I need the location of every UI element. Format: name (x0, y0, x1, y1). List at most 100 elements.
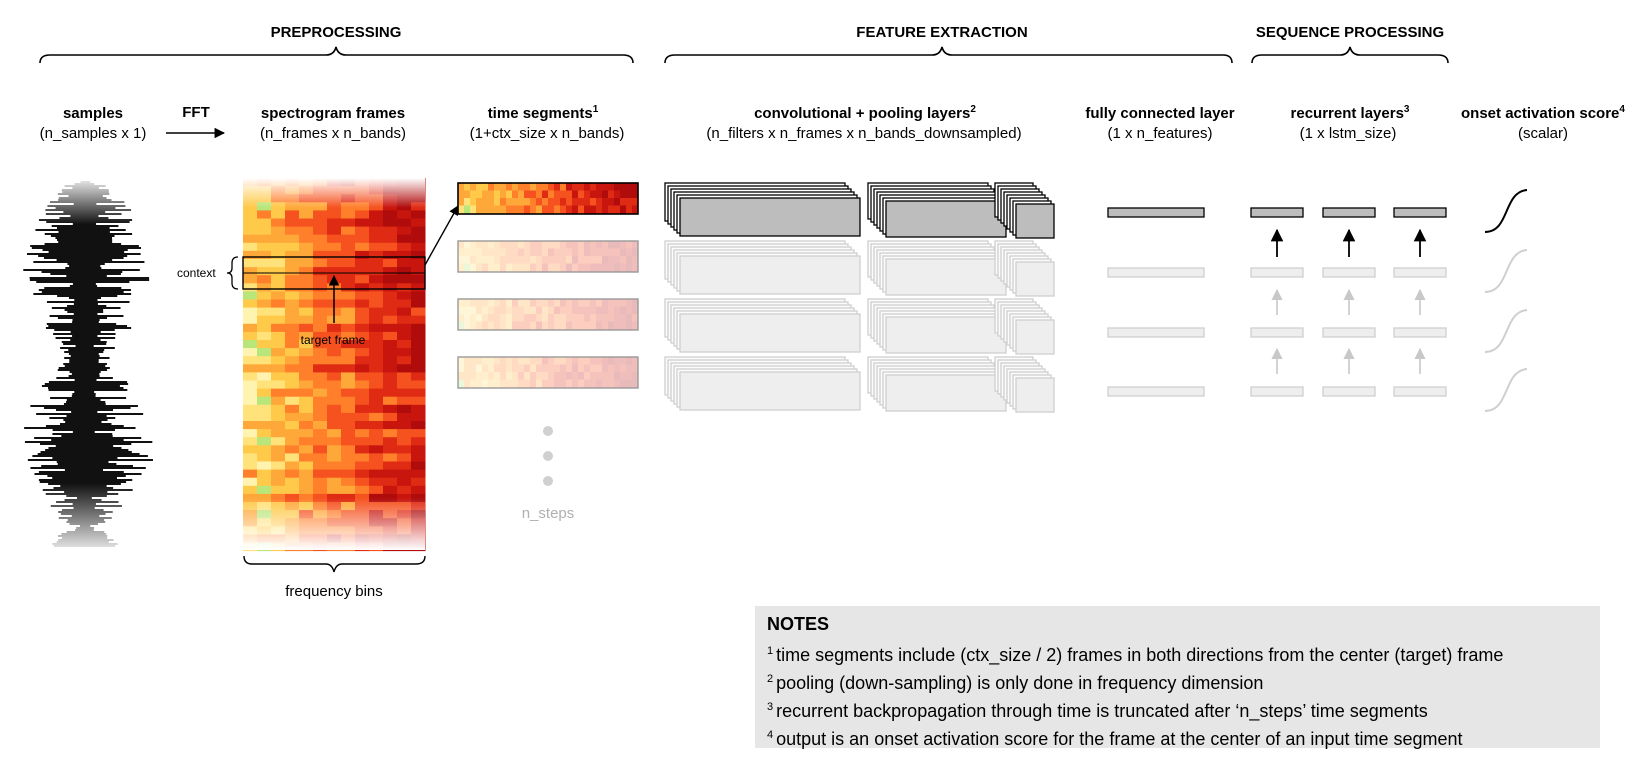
segment-cell (566, 248, 573, 257)
segment-cell (578, 183, 585, 191)
segment-cell (524, 321, 531, 330)
segment-cell (548, 299, 555, 307)
segment-cell (524, 379, 531, 388)
segment-cell (596, 372, 603, 380)
segment-cell (566, 256, 573, 264)
segment-cell (476, 357, 483, 365)
segment-cell (488, 248, 495, 257)
segment-cell (464, 321, 471, 330)
segment-cell (548, 263, 555, 272)
segment-cell (596, 183, 603, 191)
segment-cell (482, 314, 489, 322)
segment-cell (500, 314, 507, 322)
segment-cell (584, 364, 591, 373)
segment-cell (620, 248, 627, 257)
segment-cell (476, 205, 483, 214)
segment-cell (554, 314, 561, 322)
segment-cell (554, 364, 561, 373)
segment-cell (506, 321, 513, 330)
segment-cell (590, 183, 597, 191)
segment-cell (584, 263, 591, 272)
segment-cell (500, 357, 507, 365)
sigmoid-curve (1484, 249, 1528, 293)
segment-cell (536, 364, 543, 373)
segment-cell (602, 379, 609, 388)
segment-cell (572, 321, 579, 330)
segment-cell (476, 321, 483, 330)
segment-cell (482, 357, 489, 365)
segment-cell (602, 357, 609, 365)
lstm-cell (1393, 327, 1447, 338)
segment-cell (464, 256, 471, 264)
segment-cell (590, 321, 597, 330)
segment-cell (518, 321, 525, 330)
segment-cell (584, 357, 591, 365)
segment-cell (476, 198, 483, 206)
segment-cell (512, 190, 519, 199)
segment-cell (614, 190, 621, 199)
lstm-cell (1393, 386, 1447, 397)
segment-cell (518, 357, 525, 365)
lstm-cell (1322, 386, 1376, 397)
time-segments-dim: (1+ctx_size x n_bands) (470, 125, 625, 142)
segment-cell (554, 183, 561, 191)
segment-cell (506, 379, 513, 388)
segment-cell (458, 321, 465, 330)
segment-cell (476, 256, 483, 264)
feature-map (885, 258, 1007, 296)
section-title-feature-extraction: FEATURE EXTRACTION (856, 24, 1027, 41)
conv-layer-stacks (664, 182, 1055, 413)
segment-cell (506, 314, 513, 322)
segment-cell (596, 263, 603, 272)
segment-cell (536, 357, 543, 365)
segment-cell (464, 364, 471, 373)
segment-cell (572, 205, 579, 214)
segment-cell (596, 248, 603, 257)
segment-cell (458, 256, 465, 264)
ellipsis-dot-3 (543, 476, 553, 486)
segment-cell (518, 183, 525, 191)
segment-cell (590, 379, 597, 388)
segment-cell (458, 364, 465, 373)
segment-cell (518, 248, 525, 257)
segment-cell (548, 183, 555, 191)
segment-cell (530, 314, 537, 322)
segment-cell (578, 263, 585, 272)
segment-cell (464, 299, 471, 307)
segment-cell (458, 299, 465, 307)
segment-cell (608, 299, 615, 307)
segment-cell (596, 364, 603, 373)
segment-cell (626, 321, 633, 330)
segment-cell (494, 248, 501, 257)
segment-cell (542, 299, 549, 307)
segment-cell (614, 205, 621, 214)
fc-dim: (1 x n_features) (1107, 125, 1212, 142)
feature-map (679, 371, 861, 411)
segment-cell (602, 190, 609, 199)
segment-cell (524, 241, 531, 249)
segment-cell (542, 205, 549, 214)
segment-cell (602, 299, 609, 307)
segment-cell (560, 372, 567, 380)
segment-cell (494, 321, 501, 330)
recurrent-dim: (1 x lstm_size) (1300, 125, 1397, 142)
segment-cell (548, 241, 555, 249)
segment-cell (560, 248, 567, 257)
segment-cell (542, 357, 549, 365)
segment-cell (512, 299, 519, 307)
lstm-cell (1250, 327, 1304, 338)
note-number: 1 (767, 645, 774, 657)
segment-cell (548, 364, 555, 373)
sigmoid-curve (1484, 309, 1528, 353)
segment-cell (548, 314, 555, 322)
segment-cell (500, 263, 507, 272)
segment-cell (584, 314, 591, 322)
segment-cell (512, 306, 519, 315)
segment-cell (560, 364, 567, 373)
segment-cell (566, 205, 573, 214)
segment-cell (608, 364, 615, 373)
segment-cell (518, 364, 525, 373)
segment-cell (482, 364, 489, 373)
waveform-fade (25, 180, 165, 550)
segment-cell (614, 321, 621, 330)
